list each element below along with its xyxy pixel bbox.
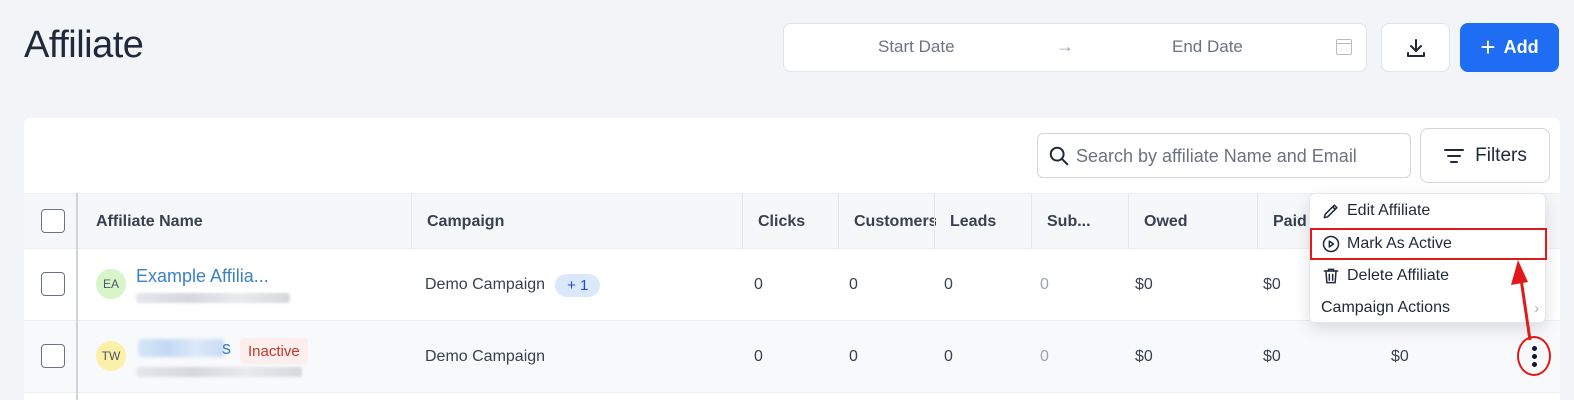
end-date-input[interactable]: End Date (1172, 37, 1243, 57)
menu-item-label: Delete Affiliate (1347, 267, 1449, 284)
avatar: EA (96, 269, 126, 299)
campaign-name: Demo Campaign (425, 276, 546, 293)
search-box[interactable] (1037, 133, 1411, 178)
leads-cell: 0 (944, 276, 953, 293)
customers-cell: 0 (849, 276, 858, 293)
row-checkbox[interactable] (41, 272, 65, 296)
paid-cell: $0 (1263, 276, 1281, 293)
campaign-cell: Demo Campaign (425, 321, 545, 393)
row-checkbox[interactable] (41, 344, 65, 368)
kebab-dot (1531, 361, 1537, 367)
trash-icon (1323, 268, 1339, 284)
affiliate-name-link[interactable]: s (222, 338, 231, 359)
column-affiliate-name[interactable]: Affiliate Name (96, 194, 203, 250)
column-divider (1031, 194, 1032, 250)
kebab-dot (1531, 353, 1537, 359)
campaign-cell: Demo Campaign + 1 (425, 249, 601, 321)
subscriptions-cell: 0 (1040, 348, 1049, 365)
download-icon (1406, 38, 1425, 57)
add-button-label: Add (1503, 37, 1539, 57)
customers-cell: 0 (849, 348, 858, 365)
row-actions-kebab-button[interactable] (1517, 336, 1551, 376)
filters-label: Filters (1475, 144, 1527, 166)
column-divider (1128, 194, 1129, 250)
campaign-name: Demo Campaign (425, 348, 546, 365)
menu-item-label: Edit Affiliate (1347, 202, 1431, 219)
menu-item-label: Mark As Active (1347, 235, 1452, 252)
amount-cell: $0 (1391, 348, 1409, 365)
calendar-icon[interactable] (1336, 39, 1352, 55)
select-all-checkbox[interactable] (41, 209, 65, 233)
avatar: TW (96, 341, 126, 371)
date-range-picker[interactable]: Start Date → End Date (783, 23, 1367, 72)
leads-cell: 0 (944, 348, 953, 365)
owed-cell: $0 (1135, 348, 1153, 365)
affiliate-name-link[interactable]: Example Affilia... (136, 266, 269, 287)
clicks-cell: 0 (754, 348, 763, 365)
redacted-name (138, 339, 224, 357)
add-affiliate-button[interactable]: + Add (1460, 23, 1559, 72)
menu-item-delete-affiliate[interactable]: Delete Affiliate (1310, 260, 1547, 292)
search-icon (1049, 146, 1069, 166)
column-divider (1257, 194, 1258, 250)
column-campaign[interactable]: Campaign (427, 194, 504, 250)
column-divider (934, 194, 935, 250)
paid-cell: $0 (1263, 348, 1281, 365)
menu-item-label: Campaign Actions (1321, 299, 1450, 316)
redacted-email (136, 293, 290, 303)
column-customers[interactable]: Customers (854, 194, 936, 250)
campaign-count-badge[interactable]: + 1 (555, 273, 601, 297)
row-actions-menu: Edit Affiliate Mark As Active Delete Aff… (1309, 193, 1547, 324)
subscriptions-cell: 0 (1040, 276, 1049, 293)
start-date-input[interactable]: Start Date (878, 37, 955, 57)
chevron-right-icon: › (1534, 300, 1539, 316)
redacted-email (136, 367, 302, 377)
table-row[interactable]: TW s Inactive Demo Campaign 0 0 0 0 $0 $… (24, 321, 1560, 393)
search-input[interactable] (1076, 142, 1396, 170)
column-divider (742, 194, 743, 250)
status-badge: Inactive (240, 338, 308, 364)
download-button[interactable] (1381, 23, 1450, 72)
sticky-column-divider (76, 193, 78, 400)
date-range-arrow-icon: → (1056, 36, 1074, 56)
clicks-cell: 0 (754, 276, 763, 293)
menu-item-edit-affiliate[interactable]: Edit Affiliate (1310, 195, 1547, 227)
plus-icon: + (1480, 31, 1496, 62)
menu-item-campaign-actions[interactable]: Campaign Actions › (1310, 292, 1547, 324)
column-leads[interactable]: Leads (950, 194, 996, 250)
pencil-icon (1323, 204, 1338, 219)
column-owed[interactable]: Owed (1144, 194, 1188, 250)
filters-button[interactable]: Filters (1420, 128, 1550, 183)
column-clicks[interactable]: Clicks (758, 194, 805, 250)
filter-lines-icon (1444, 148, 1465, 163)
column-divider (838, 194, 839, 250)
column-paid[interactable]: Paid (1273, 194, 1307, 250)
page-title: Affiliate (24, 24, 144, 66)
column-subscriptions[interactable]: Sub... (1047, 194, 1091, 250)
kebab-dot (1531, 345, 1537, 351)
menu-item-mark-as-active[interactable]: Mark As Active (1310, 228, 1547, 260)
column-divider (411, 194, 412, 250)
owed-cell: $0 (1135, 276, 1153, 293)
play-circle-icon (1322, 235, 1340, 253)
